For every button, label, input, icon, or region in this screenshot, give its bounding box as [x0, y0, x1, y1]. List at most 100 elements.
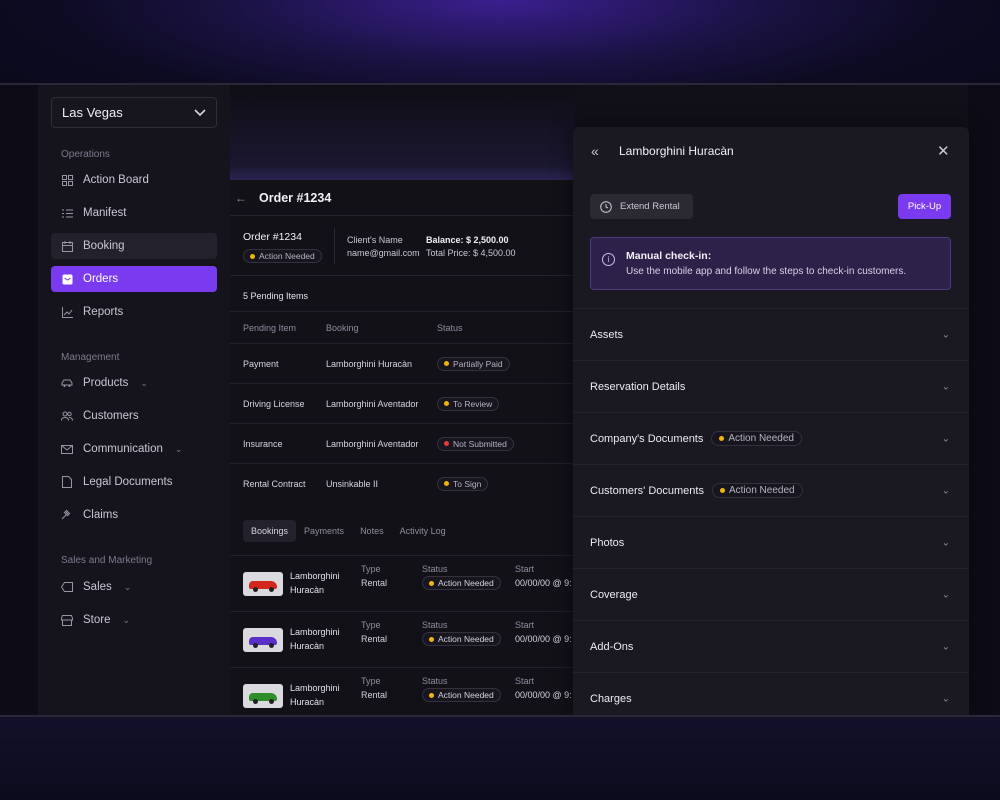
- accordion-company-documents[interactable]: Company's Documents Action Needed ⌄: [573, 412, 969, 464]
- status-badge: Partially Paid: [437, 356, 510, 371]
- booking-row[interactable]: Lamborghini Huracàn Type Rental Status Ac…: [230, 668, 575, 715]
- status-text: To Sign: [453, 478, 482, 489]
- sidebar-item-sales[interactable]: Sales ⌄: [51, 574, 217, 600]
- status-dot: [719, 436, 725, 441]
- sidebar-item-label: Booking: [83, 240, 125, 252]
- status-dot: [250, 253, 255, 259]
- section-label-management: Management: [61, 352, 120, 363]
- sidebar-item-orders[interactable]: Orders: [51, 266, 217, 292]
- section-label-sales-marketing: Sales and Marketing: [61, 555, 153, 566]
- tab-activity-log[interactable]: Activity Log: [392, 520, 454, 542]
- accordion-label: Assets: [590, 328, 624, 341]
- status-text: Not Submitted: [453, 438, 507, 449]
- sidebar: Las Vegas Operations Action Board Manife…: [38, 85, 230, 715]
- start-label: Start: [515, 620, 535, 630]
- double-chevron-left-icon[interactable]: «: [591, 143, 599, 159]
- pending-item: Driving License: [243, 398, 305, 409]
- sidebar-item-customers[interactable]: Customers: [51, 403, 217, 429]
- accordion-coverage[interactable]: Coverage ⌄: [573, 568, 969, 620]
- table-row[interactable]: Rental Contract Unsinkable II To Sign: [230, 463, 575, 503]
- wheel: [269, 643, 274, 648]
- booking-row[interactable]: Lamborghini Huracàn Type Rental Status Ac…: [230, 556, 575, 612]
- start-value: 00/00/00 @ 9:: [515, 690, 572, 700]
- status-badge: Action Needed: [422, 688, 501, 702]
- back-arrow-icon[interactable]: ←: [235, 191, 247, 205]
- pending-title: 5 Pending Items: [243, 291, 309, 301]
- sidebar-item-reports[interactable]: Reports: [51, 299, 217, 325]
- table-row[interactable]: Driving License Lamborghini Aventador To…: [230, 383, 575, 423]
- tab-notes[interactable]: Notes: [352, 520, 392, 542]
- notice-text: Use the mobile app and follow the steps …: [626, 266, 907, 277]
- accordion-assets[interactable]: Assets ⌄: [573, 308, 969, 360]
- wheel: [253, 643, 258, 648]
- sidebar-item-communication[interactable]: Communication ⌄: [51, 436, 217, 462]
- pick-up-button[interactable]: Pick-Up: [898, 194, 951, 219]
- store-icon: [61, 614, 73, 626]
- table-row[interactable]: Insurance Lamborghini Aventador Not Subm…: [230, 423, 575, 463]
- location-select[interactable]: Las Vegas: [51, 97, 217, 128]
- tab-payments[interactable]: Payments: [296, 520, 352, 542]
- status-text: Action Needed: [438, 690, 494, 700]
- booking-name-line2: Huracàn: [290, 641, 325, 651]
- type-label: Type: [361, 620, 381, 630]
- accordion-add-ons[interactable]: Add-Ons ⌄: [573, 620, 969, 672]
- order-tabs: Bookings Payments Notes Activity Log: [243, 520, 454, 542]
- accordion-reservation-details[interactable]: Reservation Details ⌄: [573, 360, 969, 412]
- accordion-customers-documents[interactable]: Customers' Documents Action Needed ⌄: [573, 464, 969, 516]
- sidebar-item-label: Products: [83, 377, 129, 389]
- booking-name: Lamborghini Huracàn: [290, 681, 340, 709]
- status-dot: [429, 692, 434, 698]
- status-text: Action Needed: [728, 485, 795, 496]
- mail-icon: [61, 443, 73, 455]
- status-badge: Action Needed: [422, 632, 501, 646]
- wheel: [269, 587, 274, 592]
- sidebar-item-label: Action Board: [83, 174, 149, 186]
- booking-name-line1: Lamborghini: [290, 627, 340, 637]
- chevron-down-icon: ⌄: [941, 433, 950, 444]
- booking-row[interactable]: Lamborghini Huracàn Type Rental Status Ac…: [230, 612, 575, 668]
- status-text: Action Needed: [438, 634, 494, 644]
- chevron-down-icon: ⌄: [123, 581, 132, 592]
- sidebar-item-label: Claims: [83, 509, 119, 521]
- status-dot: [444, 401, 449, 406]
- sidebar-item-products[interactable]: Products ⌄: [51, 370, 217, 396]
- sidebar-item-legal-documents[interactable]: Legal Documents: [51, 469, 217, 495]
- pending-booking: Unsinkable II: [326, 478, 379, 489]
- accordion-label: Coverage: [590, 588, 638, 601]
- car-thumbnail: [243, 684, 283, 708]
- accordion-charges[interactable]: Charges ⌄: [573, 672, 969, 715]
- accordion-label: Company's Documents: [590, 432, 704, 445]
- panel-glow: [230, 85, 575, 180]
- tab-bookings[interactable]: Bookings: [243, 520, 297, 542]
- sidebar-item-label: Sales: [83, 581, 112, 593]
- sidebar-item-store[interactable]: Store ⌄: [51, 607, 217, 633]
- accordion-label: Add-Ons: [590, 640, 634, 653]
- pending-table: Pending Item Booking Status Payment Lamb…: [230, 311, 575, 503]
- booking-name-line1: Lamborghini: [290, 683, 340, 693]
- chevron-down-icon: ⌄: [941, 537, 950, 548]
- status-dot: [429, 636, 434, 642]
- status-label: Status: [422, 676, 448, 686]
- sidebar-item-booking[interactable]: Booking: [51, 233, 217, 259]
- document-icon: [61, 476, 73, 488]
- pending-item: Rental Contract: [243, 478, 306, 489]
- start-label: Start: [515, 564, 535, 574]
- balance: Balance: $ 2,500.00: [426, 235, 509, 245]
- order-panel: ← Order #1234 Order #1234 Action Needed …: [230, 85, 575, 715]
- window-edge: [0, 85, 38, 715]
- car-icon: [61, 377, 73, 389]
- status-badge: Not Submitted: [437, 436, 514, 451]
- close-icon[interactable]: ✕: [937, 142, 950, 160]
- status-badge: Action Needed: [711, 483, 803, 498]
- sidebar-item-claims[interactable]: Claims: [51, 502, 217, 528]
- column-header: Pending Item: [243, 322, 297, 333]
- sidebar-item-label: Manifest: [83, 207, 127, 219]
- client-name-label: Client's Name: [347, 235, 403, 245]
- sidebar-item-action-board[interactable]: Action Board: [51, 167, 217, 193]
- table-row[interactable]: Payment Lamborghini Huracàn Partially Pa…: [230, 343, 575, 383]
- sidebar-item-manifest[interactable]: Manifest: [51, 200, 217, 226]
- extend-rental-button[interactable]: Extend Rental: [590, 194, 693, 219]
- status-text: Action Needed: [259, 251, 315, 261]
- accordion-photos[interactable]: Photos ⌄: [573, 516, 969, 568]
- status-label: Status: [422, 564, 448, 574]
